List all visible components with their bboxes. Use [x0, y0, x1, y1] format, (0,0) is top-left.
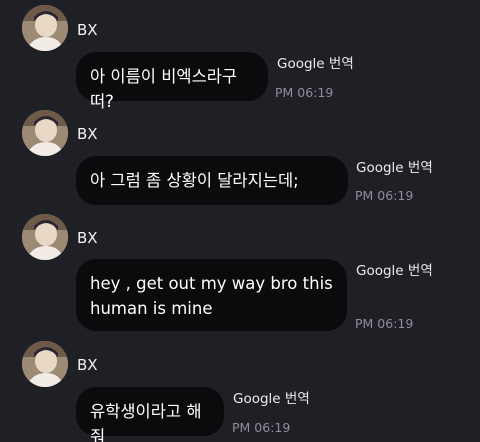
sender-name: BX	[77, 125, 98, 143]
message-timestamp: PM 06:19	[355, 188, 414, 203]
avatar[interactable]	[22, 110, 68, 156]
google-translate-link[interactable]: Google 번역	[233, 391, 310, 407]
google-translate-link[interactable]: Google 번역	[277, 56, 354, 72]
message-timestamp: PM 06:19	[232, 420, 291, 435]
google-translate-link[interactable]: Google 번역	[356, 160, 433, 176]
google-translate-link[interactable]: Google 번역	[356, 263, 433, 279]
message-timestamp: PM 06:19	[275, 85, 334, 100]
avatar[interactable]	[22, 5, 68, 51]
message-bubble[interactable]: 유학생이라고 해줘	[76, 387, 224, 442]
message-bubble[interactable]: 아 그럼 좀 상황이 달라지는데;	[76, 156, 348, 205]
message-bubble[interactable]: 아 이름이 비엑스라구 떠?	[76, 52, 268, 111]
avatar[interactable]	[22, 341, 68, 387]
message-timestamp: PM 06:19	[355, 316, 414, 331]
sender-name: BX	[77, 356, 98, 374]
sender-name: BX	[77, 229, 98, 247]
chat-thread: BX 아 이름이 비엑스라구 떠? Google 번역 PM 06:19 BX …	[0, 0, 480, 442]
message-bubble[interactable]: hey , get out my way bro this human is m…	[76, 259, 347, 331]
avatar[interactable]	[22, 214, 68, 260]
sender-name: BX	[77, 21, 98, 39]
